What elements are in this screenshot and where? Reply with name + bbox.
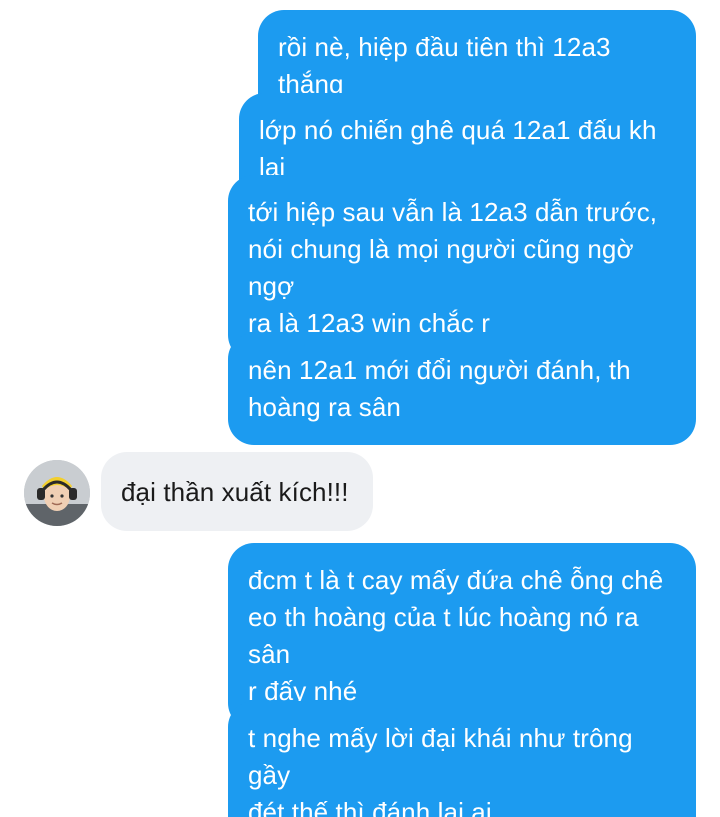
avatar-icon	[24, 460, 90, 526]
contact-avatar[interactable]	[24, 460, 90, 526]
message-bubble-incoming[interactable]: đại thần xuất kích!!!	[101, 452, 373, 531]
message-bubble-outgoing[interactable]: nên 12a1 mới đổi người đánh, th hoàng ra…	[228, 333, 696, 445]
chat-thread: rồi nè, hiệp đầu tiên thì 12a3 thắng lớp…	[0, 0, 720, 817]
message-bubble-outgoing[interactable]: t nghe mấy lời đại khái như trông gầy đé…	[228, 701, 696, 817]
